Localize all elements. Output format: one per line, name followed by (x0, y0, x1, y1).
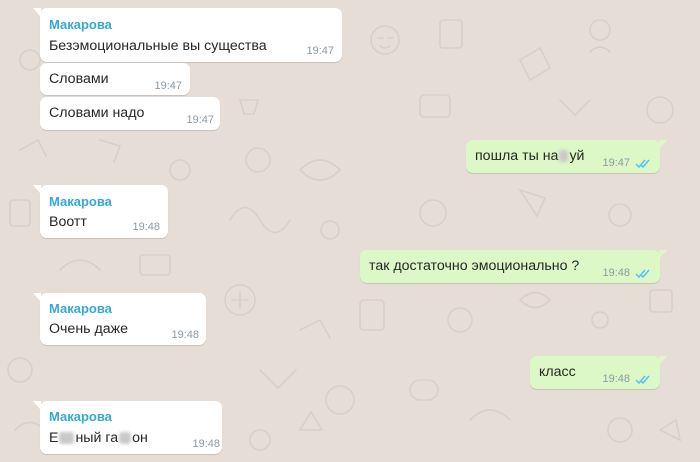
outgoing-message[interactable]: пошла ты на уй 19:47 (466, 140, 667, 173)
message-time: 19:48 (171, 329, 199, 341)
double-check-icon (635, 269, 650, 279)
censored-blur (119, 432, 132, 445)
message-time: 19:47 (154, 80, 182, 92)
censored-blur (59, 432, 75, 445)
message-text: Очень даже (49, 321, 129, 337)
bubble-tail (33, 401, 41, 410)
message-time: 19:47 (186, 114, 214, 126)
bubble-tail (659, 356, 667, 365)
outgoing-message[interactable]: класс 19:48 (530, 356, 667, 389)
incoming-message[interactable]: Макарова Воотт 19:48 (33, 185, 168, 238)
message-time: 19:47 (602, 157, 630, 169)
message-text: Словами надо (49, 105, 145, 121)
bubble-tail (33, 293, 41, 302)
incoming-message[interactable]: Словами 19:47 (40, 63, 190, 95)
sender-name: Макарова (49, 194, 112, 209)
sender-name: Макарова (49, 301, 112, 316)
bubble-tail (659, 140, 667, 149)
message-text: Воотт (49, 214, 87, 230)
message-time: 19:48 (602, 267, 630, 279)
incoming-message[interactable]: Словами надо 19:47 (40, 97, 220, 130)
bubble-tail (33, 8, 41, 17)
double-check-icon (635, 159, 650, 169)
incoming-message[interactable]: Макарова Еный га он 19:48 (33, 401, 222, 454)
message-text: так достаточно эмоционально ? (369, 258, 580, 274)
message-time: 19:47 (306, 45, 334, 57)
message-text: Еный га он (49, 430, 148, 446)
message-text: пошла ты на уй (475, 148, 584, 164)
sender-name: Макарова (49, 409, 112, 424)
sender-name: Макарова (49, 17, 112, 32)
censored-blur (559, 150, 569, 163)
message-text-start: пошла ты на (475, 148, 559, 164)
bubble-tail (33, 185, 41, 194)
message-time: 19:48 (192, 438, 220, 450)
outgoing-message[interactable]: так достаточно эмоционально ? 19:48 (360, 250, 667, 283)
message-text: Словами (49, 71, 109, 87)
message-text: Безэмоциональные вы существа (49, 38, 267, 54)
message-text-middle: ный га (75, 430, 119, 446)
bubble-tail (659, 250, 667, 259)
message-text-end: он (132, 430, 148, 446)
message-text-start: Е (49, 430, 59, 446)
double-check-icon (635, 375, 650, 385)
message-text: класс (539, 364, 576, 380)
message-text-end: уй (569, 148, 585, 164)
message-time: 19:48 (132, 221, 160, 233)
incoming-message[interactable]: Макарова Очень даже 19:48 (33, 293, 206, 345)
message-time: 19:48 (602, 373, 630, 385)
incoming-message[interactable]: Макарова Безэмоциональные вы существа 19… (33, 8, 342, 62)
